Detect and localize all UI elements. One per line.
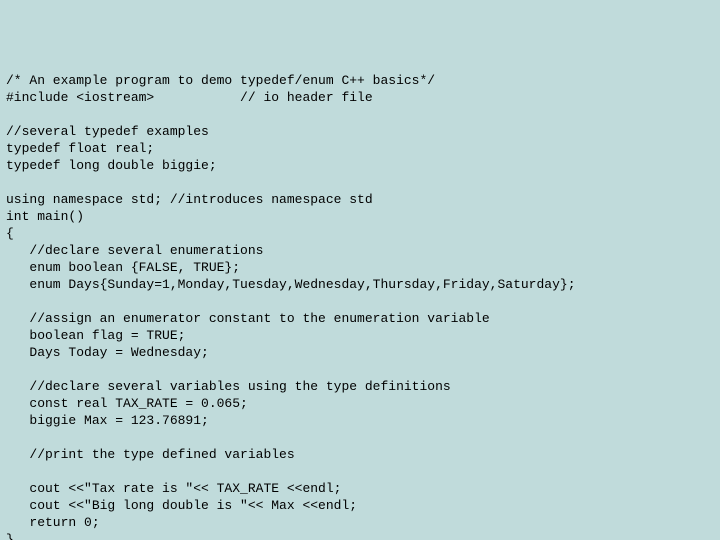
code-line: //several typedef examples bbox=[6, 124, 209, 139]
code-line: Days Today = Wednesday; bbox=[6, 345, 209, 360]
code-line: cout <<"Big long double is "<< Max <<end… bbox=[6, 498, 357, 513]
code-line: //declare several variables using the ty… bbox=[6, 379, 451, 394]
code-line: const real TAX_RATE = 0.065; bbox=[6, 396, 248, 411]
code-line: #include <iostream> // io header file bbox=[6, 90, 373, 105]
code-line: //assign an enumerator constant to the e… bbox=[6, 311, 490, 326]
code-line: //print the type defined variables bbox=[6, 447, 295, 462]
code-line: } bbox=[6, 532, 14, 540]
code-block: /* An example program to demo typedef/en… bbox=[6, 72, 714, 540]
code-line: //declare several enumerations bbox=[6, 243, 263, 258]
code-line: return 0; bbox=[6, 515, 100, 530]
code-line: { bbox=[6, 226, 14, 241]
code-line: cout <<"Tax rate is "<< TAX_RATE <<endl; bbox=[6, 481, 341, 496]
code-line: /* An example program to demo typedef/en… bbox=[6, 73, 435, 88]
code-line: typedef long double biggie; bbox=[6, 158, 217, 173]
code-line: typedef float real; bbox=[6, 141, 154, 156]
code-line: int main() bbox=[6, 209, 84, 224]
code-line: enum boolean {FALSE, TRUE}; bbox=[6, 260, 240, 275]
code-line: enum Days{Sunday=1,Monday,Tuesday,Wednes… bbox=[6, 277, 576, 292]
code-line: biggie Max = 123.76891; bbox=[6, 413, 209, 428]
code-line: boolean flag = TRUE; bbox=[6, 328, 185, 343]
code-line: using namespace std; //introduces namesp… bbox=[6, 192, 373, 207]
